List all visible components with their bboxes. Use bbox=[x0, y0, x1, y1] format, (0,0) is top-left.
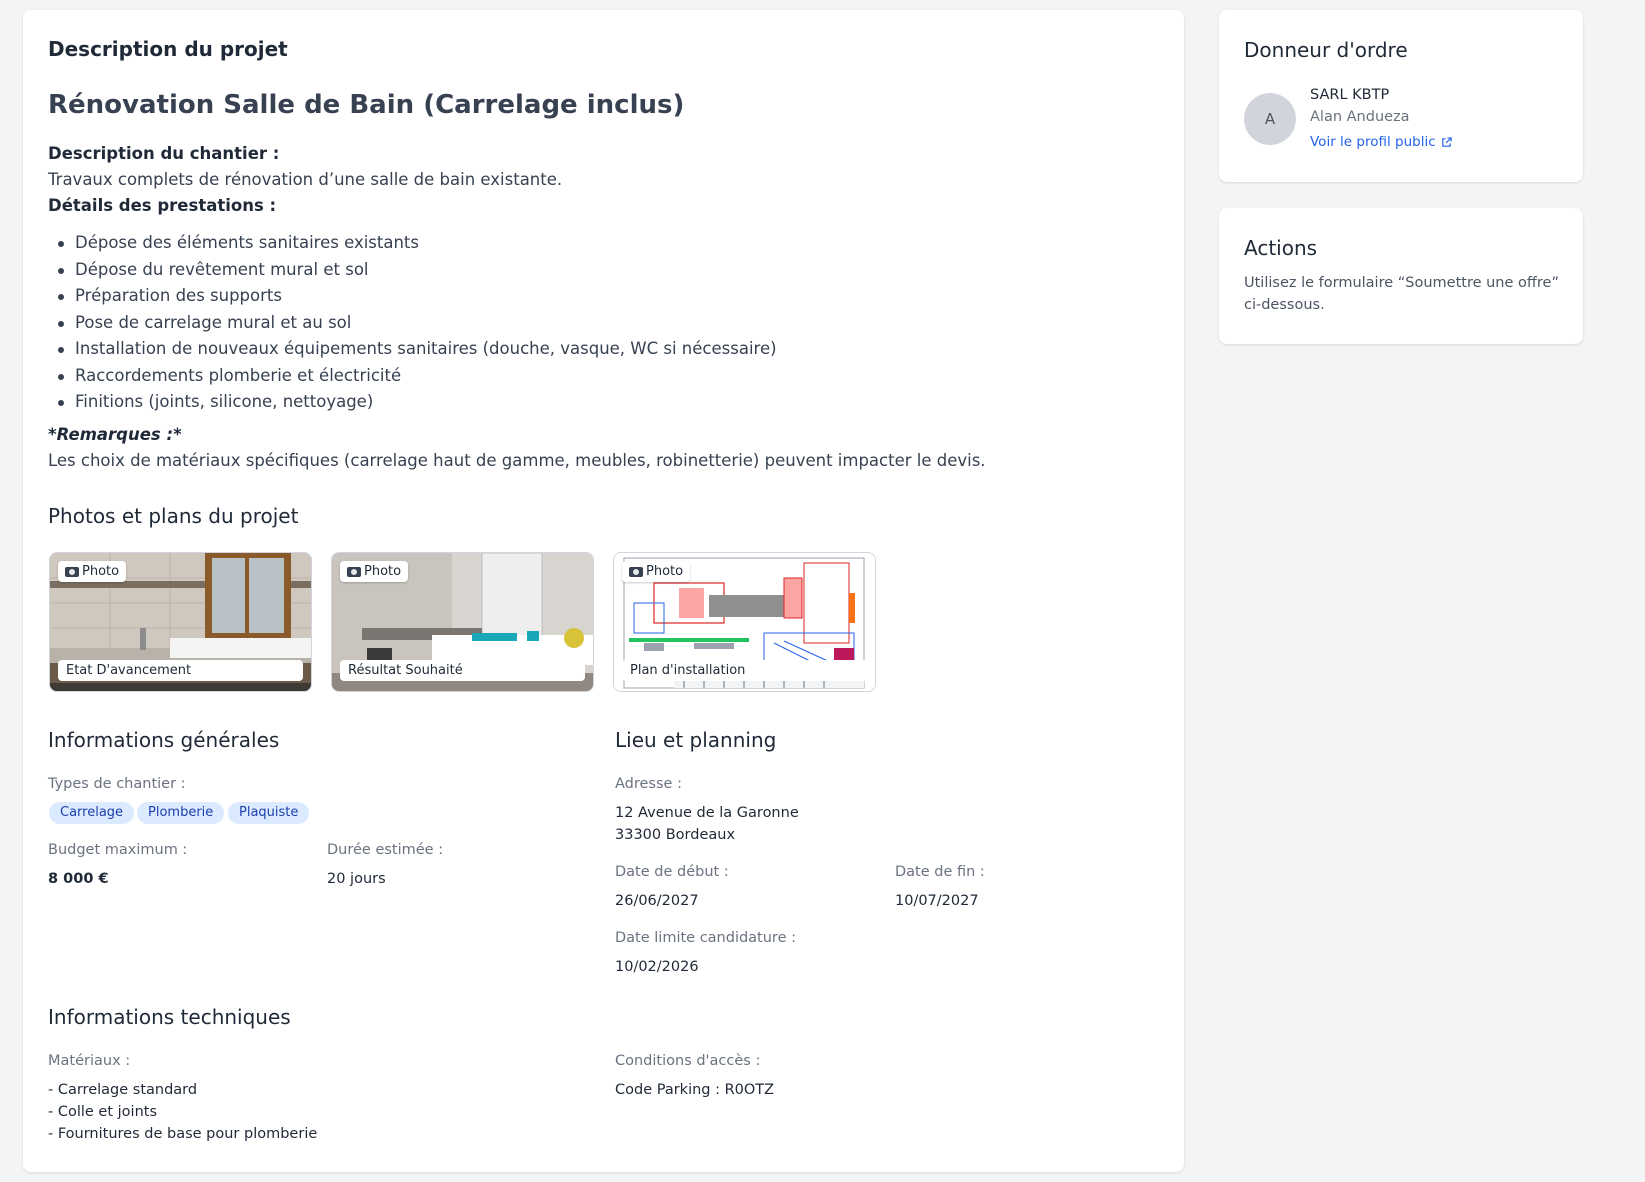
limite-label: Date limite candidature : bbox=[615, 930, 796, 946]
photos-title: Photos et plans du projet bbox=[48, 504, 299, 528]
materiaux-item: - Carrelage standard bbox=[48, 1082, 198, 1098]
types-label: Types de chantier : bbox=[48, 776, 186, 792]
debut-label: Date de début : bbox=[615, 864, 729, 880]
actions-title: Actions bbox=[1244, 236, 1318, 260]
remarques-text: Les choix de matériaux spécifiques (carr… bbox=[48, 451, 986, 470]
lieu-title: Lieu et planning bbox=[615, 728, 777, 752]
debut-value: 26/06/2027 bbox=[615, 893, 699, 909]
actions-text-line1: Utilisez le formulaire “Soumettre une of… bbox=[1244, 275, 1559, 291]
project-title: Rénovation Salle de Bain (Carrelage incl… bbox=[48, 90, 685, 120]
photo-badge: Photo bbox=[58, 561, 127, 582]
general-title: Informations générales bbox=[48, 728, 280, 752]
list-item: Dépose des éléments sanitaires existants bbox=[49, 230, 777, 257]
adresse-line2: 33300 Bordeaux bbox=[615, 827, 736, 843]
adresse-label: Adresse : bbox=[615, 776, 682, 792]
external-link-icon bbox=[1441, 136, 1452, 147]
chantier-text: Travaux complets de rénovation d’une sal… bbox=[48, 170, 563, 189]
prestations-list: Dépose des éléments sanitaires existants… bbox=[49, 230, 777, 416]
materiaux-item: - Colle et joints bbox=[48, 1104, 157, 1120]
chantier-label: Description du chantier : bbox=[48, 144, 280, 163]
person-name: Alan Andueza bbox=[1310, 109, 1410, 125]
prestations-label: Détails des prestations : bbox=[48, 196, 277, 215]
company-name: SARL KBTP bbox=[1310, 87, 1390, 103]
actions-text-line2: ci-dessous. bbox=[1244, 297, 1325, 313]
photo-caption: Etat D'avancement bbox=[58, 660, 303, 681]
photo-badge: Photo bbox=[340, 561, 409, 582]
donneur-card: Donneur d'ordre A SARL KBTP Alan Andueza… bbox=[1219, 10, 1583, 182]
profile-link[interactable]: Voir le profil public bbox=[1310, 134, 1452, 150]
list-item: Préparation des supports bbox=[49, 283, 777, 310]
adresse-line1: 12 Avenue de la Garonne bbox=[615, 805, 799, 821]
donneur-title: Donneur d'ordre bbox=[1244, 38, 1408, 62]
avatar-letter: A bbox=[1264, 110, 1276, 128]
section-title: Description du projet bbox=[48, 37, 288, 61]
budget-value: 8 000 € bbox=[48, 871, 109, 887]
actions-card: Actions Utilisez le formulaire “Soumettr… bbox=[1219, 208, 1583, 344]
materiaux-item: - Fournitures de base pour plomberie bbox=[48, 1126, 318, 1142]
camera-icon bbox=[629, 566, 643, 577]
fin-value: 10/07/2027 bbox=[895, 893, 979, 909]
tag-plomberie: Plomberie bbox=[137, 802, 225, 824]
photo-badge: Photo bbox=[622, 561, 691, 582]
materiaux-label: Matériaux : bbox=[48, 1053, 131, 1069]
tech-title: Informations techniques bbox=[48, 1005, 291, 1029]
photo-etat-avancement[interactable]: Photo Etat D'avancement bbox=[49, 552, 312, 692]
budget-label: Budget maximum : bbox=[48, 842, 188, 858]
camera-icon bbox=[347, 566, 361, 577]
avatar: A bbox=[1244, 93, 1296, 145]
list-item: Finitions (joints, silicone, nettoyage) bbox=[49, 389, 777, 416]
list-item: Dépose du revêtement mural et sol bbox=[49, 257, 777, 284]
acces-value: Code Parking : R0OTZ bbox=[615, 1082, 775, 1098]
photo-resultat-souhaite[interactable]: Photo Résultat Souhaité bbox=[331, 552, 594, 692]
acces-label: Conditions d'accès : bbox=[615, 1053, 761, 1069]
limite-value: 10/02/2026 bbox=[615, 959, 699, 975]
list-item: Pose de carrelage mural et au sol bbox=[49, 310, 777, 337]
tag-plaquiste: Plaquiste bbox=[228, 802, 310, 824]
tag-carrelage: Carrelage bbox=[49, 802, 135, 824]
duree-value: 20 jours bbox=[327, 871, 386, 887]
remarques-label: *Remarques :* bbox=[48, 425, 182, 444]
photo-plan-installation[interactable]: Photo Plan d'installation bbox=[613, 552, 876, 692]
photo-caption: Plan d'installation bbox=[622, 660, 867, 681]
photo-caption: Résultat Souhaité bbox=[340, 660, 585, 681]
fin-label: Date de fin : bbox=[895, 864, 985, 880]
list-item: Raccordements plomberie et électricité bbox=[49, 363, 777, 390]
list-item: Installation de nouveaux équipements san… bbox=[49, 336, 777, 363]
duree-label: Durée estimée : bbox=[327, 842, 444, 858]
camera-icon bbox=[65, 566, 79, 577]
